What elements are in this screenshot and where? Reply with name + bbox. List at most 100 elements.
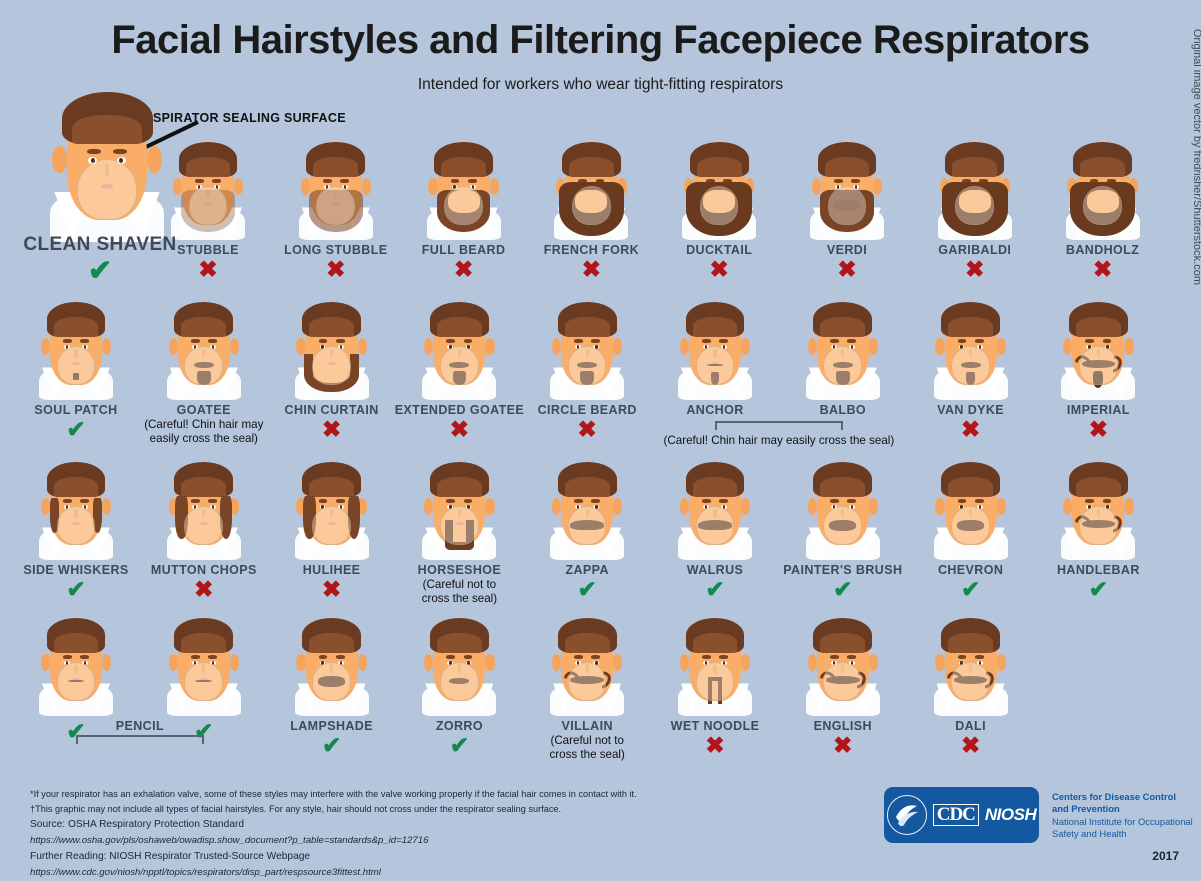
- hair: [46, 462, 106, 497]
- eyebrow-right: [339, 179, 349, 183]
- ear-right: [489, 177, 499, 196]
- eyebrow-left: [701, 499, 711, 503]
- hair: [429, 462, 489, 497]
- eyebrow-left: [62, 655, 72, 659]
- eyebrow-right: [113, 148, 128, 154]
- hair: [306, 142, 366, 177]
- footnote-exhalation-valve: *If your respirator has an exhalation va…: [30, 789, 637, 799]
- eyebrow-left: [574, 655, 583, 659]
- not-approved-x-icon: ✖: [1092, 256, 1113, 282]
- eyebrow-left: [450, 179, 460, 183]
- eyebrow-left: [446, 499, 456, 503]
- ear-left: [40, 337, 50, 356]
- eyebrow-left: [318, 339, 328, 343]
- eyebrow-left: [190, 339, 200, 343]
- eyebrow-right: [80, 339, 90, 343]
- ear-left: [40, 653, 50, 672]
- footnote-further-reading: Further Reading: NIOSH Respirator Truste…: [30, 850, 311, 862]
- ear-left: [40, 497, 50, 516]
- respirator-seal-zone: [823, 505, 863, 546]
- eyebrow-left: [446, 339, 456, 343]
- cdc-wordmark: CDC: [932, 803, 979, 827]
- eyebrow-left: [829, 499, 839, 503]
- respirator-seal-zone: [695, 345, 735, 386]
- face-illustration: [290, 456, 374, 560]
- eyebrow-right: [467, 179, 477, 183]
- agency-line-3: National Institute for Occupational: [1052, 815, 1193, 827]
- face-illustration: [290, 296, 374, 400]
- ear-left: [551, 337, 562, 356]
- eyebrow-right: [207, 499, 217, 503]
- face-illustration: [422, 136, 506, 240]
- ear-left: [679, 653, 689, 672]
- eyebrow-left: [829, 655, 839, 659]
- face-illustration: [673, 612, 757, 716]
- eyebrow-left: [957, 655, 967, 659]
- ear-left: [551, 653, 562, 672]
- eyebrow-left: [62, 499, 72, 503]
- hair: [1073, 142, 1132, 177]
- ear-left: [300, 177, 310, 196]
- eyebrow-left: [62, 339, 72, 343]
- ear-right: [357, 653, 367, 672]
- hair: [302, 302, 361, 337]
- eyebrow-right: [851, 179, 861, 183]
- ear-left: [428, 177, 438, 196]
- face-illustration: [929, 612, 1013, 716]
- eyebrow-right: [719, 339, 729, 343]
- eyebrow-left: [190, 499, 200, 503]
- ear-left: [424, 337, 434, 356]
- hair: [302, 462, 361, 497]
- face-illustration: [34, 456, 118, 560]
- eyebrow-right: [719, 655, 729, 659]
- face-illustration: [801, 612, 885, 716]
- featured-face-clean-shaven: [42, 82, 172, 242]
- respirator-seal-zone: [823, 345, 863, 386]
- ear-right: [102, 497, 112, 516]
- eyebrow-right: [463, 499, 473, 503]
- hair: [1068, 302, 1128, 337]
- respirator-seal-zone: [440, 345, 479, 386]
- hair: [174, 462, 234, 497]
- year-label: 2017: [1152, 849, 1179, 863]
- not-approved-x-icon: ✖: [960, 732, 981, 758]
- eyebrow-left: [318, 499, 328, 503]
- footnote-further-url[interactable]: https://www.cdc.gov/niosh/npptl/topics/r…: [30, 865, 637, 881]
- face-illustration: [34, 296, 118, 400]
- respirator-seal-zone: [1083, 185, 1122, 226]
- niosh-wordmark: NIOSH: [984, 805, 1037, 824]
- ear-left: [296, 653, 306, 672]
- group-bracket: [715, 421, 843, 430]
- face-illustration: [933, 136, 1017, 240]
- respirator-seal-zone: [316, 185, 356, 226]
- face-illustration: [545, 612, 629, 716]
- eyebrow-right: [463, 339, 473, 343]
- eyebrow-left: [957, 499, 967, 503]
- eyebrow-right: [591, 339, 601, 343]
- respirator-seal-zone: [567, 345, 607, 386]
- face-illustration: [34, 612, 118, 716]
- eyebrow-right: [335, 499, 345, 503]
- agency-line-4: Safety and Health: [1052, 828, 1127, 840]
- hair: [813, 618, 873, 653]
- face-illustration: [805, 136, 889, 240]
- eyebrow-left: [957, 339, 967, 343]
- footnote-source-url[interactable]: https://www.osha.gov/pls/oshaweb/owadisp…: [30, 833, 637, 849]
- hair: [941, 618, 1000, 653]
- cdc-niosh-logo: CDC NIOSH: [884, 787, 1039, 843]
- eyebrow-left: [833, 179, 843, 183]
- ear-right: [229, 653, 240, 672]
- hair: [61, 91, 153, 145]
- ear-right: [868, 653, 879, 672]
- eyebrow-right: [1102, 499, 1112, 503]
- ear-left: [807, 337, 817, 356]
- ear-left: [296, 337, 306, 356]
- hair: [46, 302, 106, 337]
- eyebrow-left: [194, 179, 204, 183]
- ear-right: [102, 337, 112, 356]
- face-illustration: [417, 612, 501, 716]
- respirator-seal-zone: [695, 661, 735, 702]
- eyebrow-left: [574, 339, 583, 343]
- ear-right: [147, 146, 162, 174]
- ear-left: [172, 177, 182, 196]
